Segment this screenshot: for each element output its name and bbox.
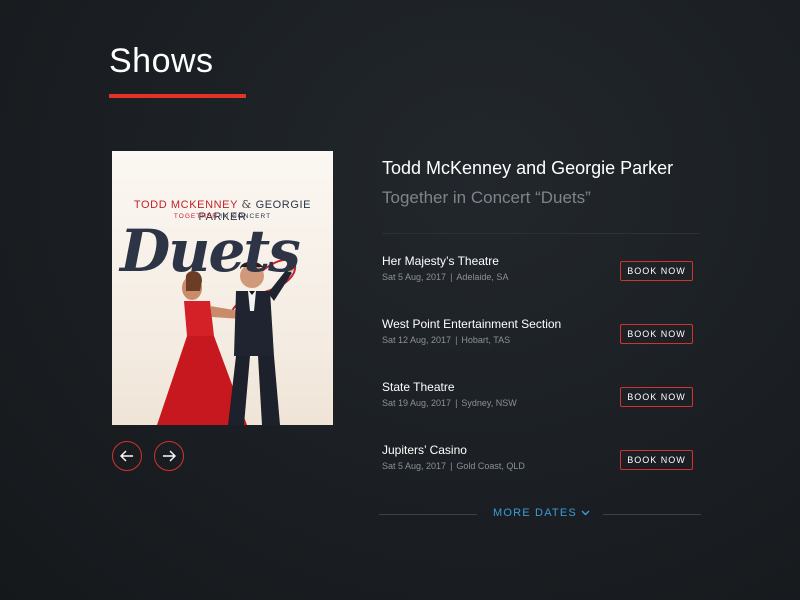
arrow-right-icon [163, 450, 176, 462]
venue-name: State Theatre [382, 380, 455, 394]
show-date: Sat 19 Aug, 2017 [382, 398, 452, 408]
date-row: Jupiters’ Casino Sat 5 Aug, 2017 | Gold Co… [382, 443, 700, 483]
meta-separator: | [455, 335, 458, 345]
venue-name: Jupiters’ Casino [382, 443, 467, 457]
meta-separator: | [450, 272, 453, 282]
book-now-button[interactable]: BOOK NOW [620, 324, 693, 344]
meta-separator: | [450, 461, 453, 471]
show-meta: Sat 5 Aug, 2017 | Adelaide, SA [382, 272, 508, 282]
page-title: Shows [109, 42, 214, 80]
show-location: Gold Coast, QLD [456, 461, 525, 471]
poster-logo: Duets [120, 217, 301, 285]
show-location: Hobart, TAS [461, 335, 511, 345]
divider [382, 233, 700, 234]
venue-name: Her Majesty’s Theatre [382, 254, 499, 268]
show-date: Sat 5 Aug, 2017 [382, 272, 447, 282]
more-dates-line-left [379, 514, 477, 515]
more-dates-label: MORE DATES [493, 507, 577, 519]
show-date: Sat 5 Aug, 2017 [382, 461, 447, 471]
meta-separator: | [455, 398, 458, 408]
poster-artist-1: TODD MCKENNEY [133, 199, 238, 211]
book-now-button[interactable]: BOOK NOW [620, 261, 693, 281]
more-dates-link[interactable]: MORE DATES [493, 507, 590, 519]
book-now-button[interactable]: BOOK NOW [620, 387, 693, 407]
show-title: Todd McKenney and Georgie Parker [382, 158, 674, 178]
show-location: Sydney, NSW [461, 398, 517, 408]
date-row: State Theatre Sat 19 Aug, 2017 | Sydney, N… [382, 380, 700, 420]
show-location: Adelaide, SA [456, 272, 509, 282]
more-dates-line-right [603, 514, 701, 515]
title-underline [109, 94, 246, 98]
show-date: Sat 12 Aug, 2017 [382, 335, 452, 345]
book-now-button[interactable]: BOOK NOW [620, 450, 693, 470]
poster-ampersand: & [241, 198, 252, 211]
show-poster[interactable]: TODD MCKENNEY & GEORGIE PARKER TOGETHER … [112, 151, 333, 425]
show-meta: Sat 12 Aug, 2017 | Hobart, TAS [382, 335, 510, 345]
show-subtitle: Together in Concert “Duets” [382, 188, 591, 207]
poster-illustration [157, 258, 297, 425]
venue-name: West Point Entertainment Section [382, 317, 562, 331]
date-row: West Point Entertainment Section Sat 12 … [382, 317, 700, 357]
arrow-left-icon [120, 450, 133, 462]
prev-button[interactable] [112, 441, 142, 471]
show-meta: Sat 19 Aug, 2017 | Sydney, NSW [382, 398, 517, 408]
date-row: Her Majesty’s Theatre Sat 5 Aug, 2017 | Ad… [382, 254, 700, 294]
shows-page: Shows TODD MCKENNEY & GEORGIE PARKER TOG… [0, 0, 800, 600]
chevron-down-icon [581, 510, 590, 516]
next-button[interactable] [154, 441, 184, 471]
show-meta: Sat 5 Aug, 2017 | Gold Coast, QLD [382, 461, 525, 471]
